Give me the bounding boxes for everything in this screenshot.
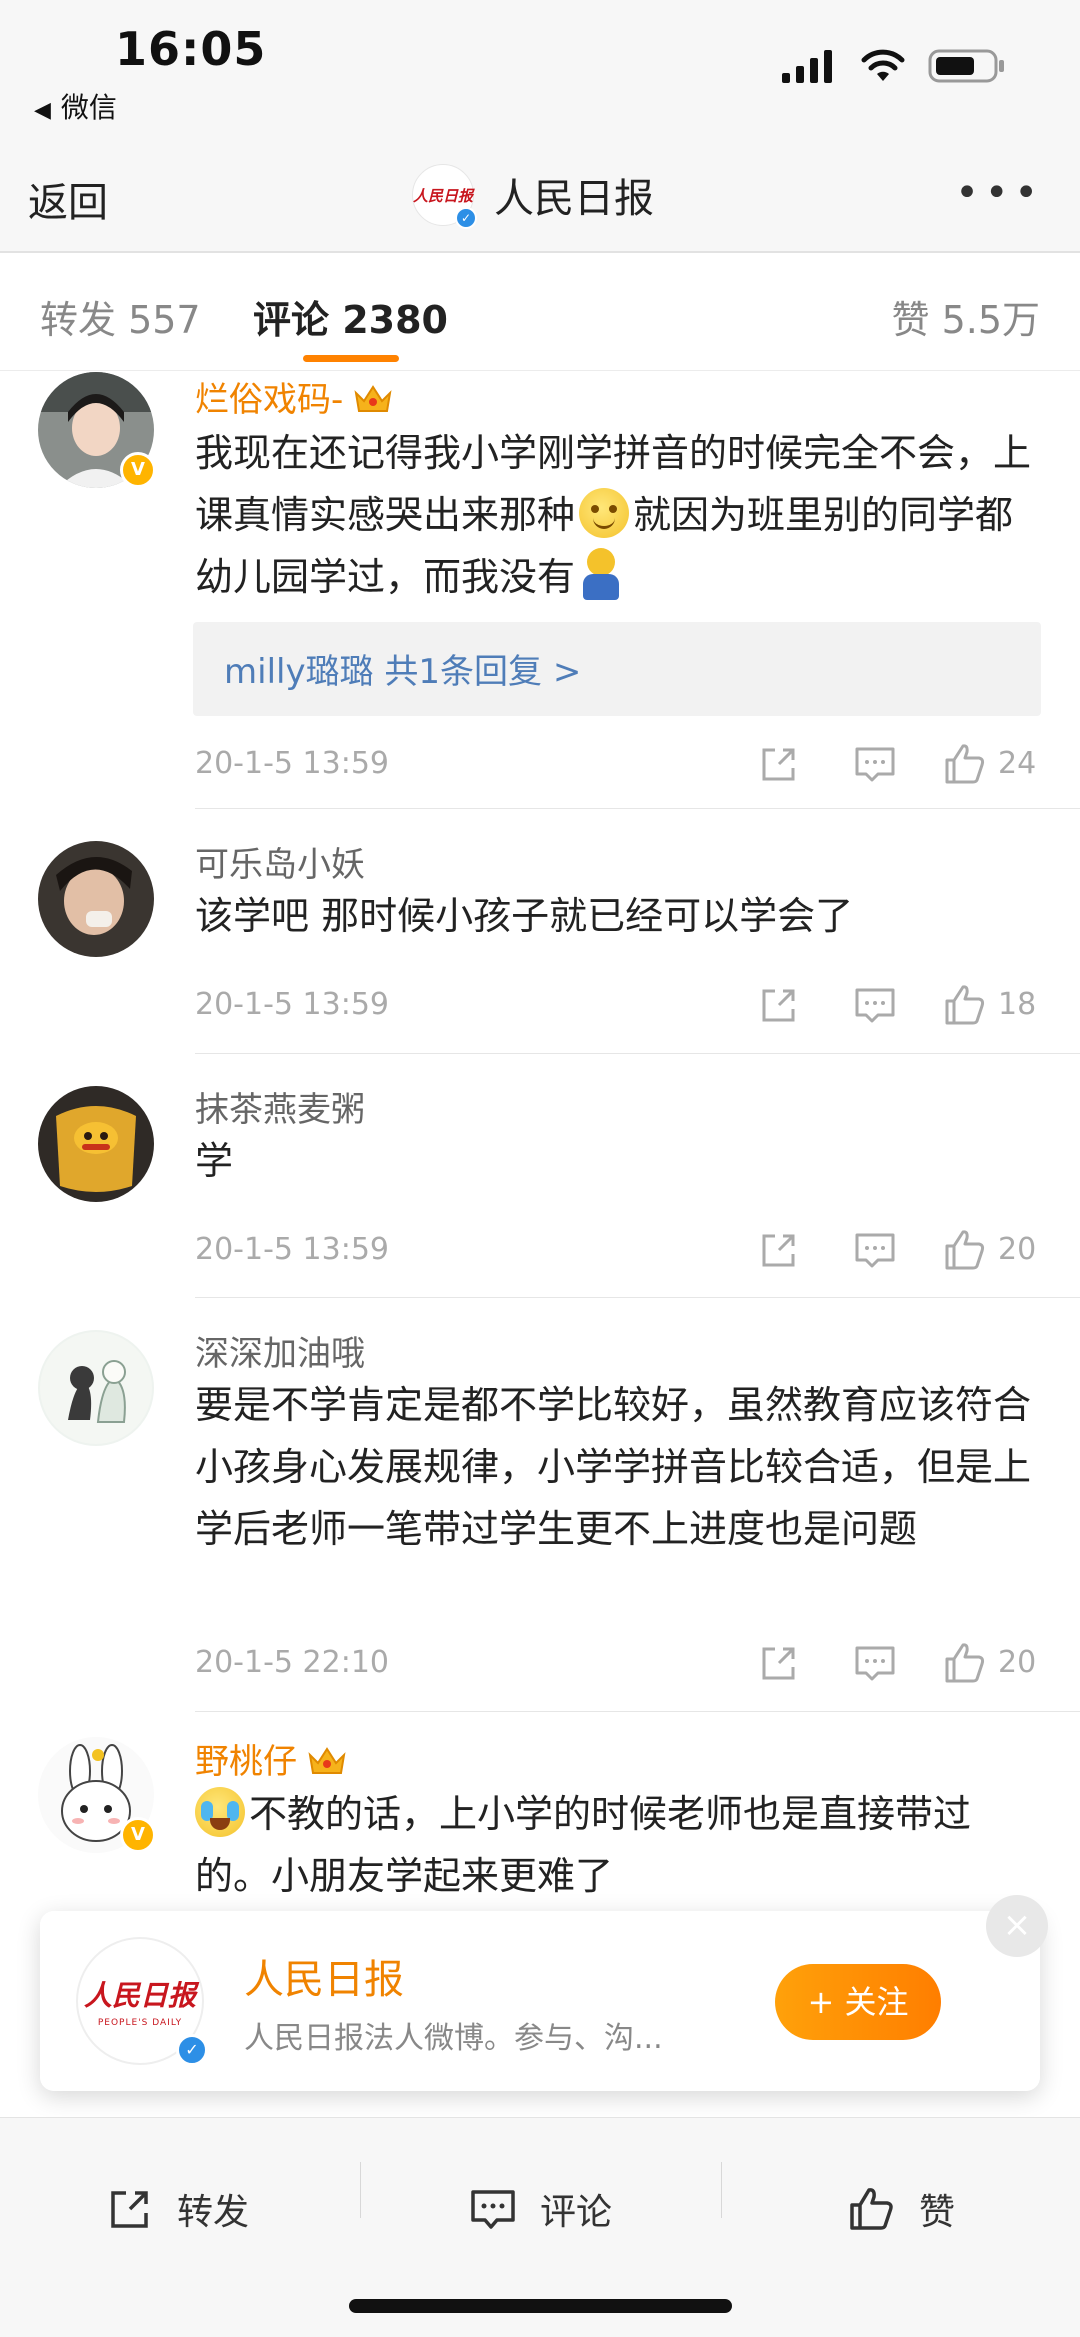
like-icon[interactable]: [941, 1639, 989, 1687]
toolbar-divider: [721, 2162, 722, 2218]
reply-summary-link[interactable]: milly璐璐 共1条回复 >: [224, 644, 581, 693]
toolbar-divider: [360, 2162, 361, 2218]
back-app-label: 微信: [60, 91, 117, 124]
comment-label: 评论: [540, 2192, 613, 2233]
reply-icon[interactable]: [851, 1226, 899, 1274]
tab-repost[interactable]: 转发 557: [40, 289, 201, 344]
status-icons: [780, 48, 1006, 84]
comment-item: 深深加油哦 要是不学肯定是都不学比较好，虽然教育应该符合小孩身心发展规律，小学学…: [0, 1298, 1080, 1712]
follow-suggestion-card[interactable]: 人民日报 PEOPLE'S DAILY ✓ 人民日报 人民日报法人微博。参与、沟…: [40, 1895, 1048, 2091]
nav-logo-avatar: 人民日报 ✓: [412, 164, 477, 229]
battery-icon: [928, 49, 1004, 83]
vip-crown-icon: [354, 385, 392, 412]
like-icon[interactable]: [941, 1226, 989, 1274]
like-count: 18: [998, 987, 1037, 1022]
like-count: 20: [998, 1232, 1037, 1267]
share-icon[interactable]: [755, 740, 803, 788]
share-icon[interactable]: [755, 1639, 803, 1687]
home-indicator[interactable]: [349, 2299, 732, 2313]
verified-icon: ✓: [176, 2034, 208, 2066]
signal-icon: [782, 50, 832, 83]
thumbs-up-icon: [850, 2188, 893, 2230]
comment-item: 抹茶燕麦粥 学 20-1-5 13:59 20: [0, 1054, 1080, 1298]
comment-date: 20-1-5 22:10: [195, 1645, 389, 1680]
comment-item: V 烂俗戏码- 我现在还记得我小学刚学拼音的时候完全不会，上课真情实感哭出来那种…: [0, 372, 1080, 809]
comment-username[interactable]: 可乐岛小妖: [195, 837, 365, 886]
follow-card-description: 人民日报法人微博。参与、沟...: [244, 2021, 663, 2056]
like-button[interactable]: 赞: [847, 2166, 955, 2252]
follow-button[interactable]: + 关注: [775, 1964, 941, 2040]
comment-text: 学: [195, 1139, 234, 1183]
back-to-wechat[interactable]: ◀ 微信: [34, 86, 117, 126]
like-icon[interactable]: [941, 981, 989, 1029]
avatar[interactable]: [38, 1086, 154, 1202]
status-time: 16:05: [115, 22, 267, 76]
tab-comment[interactable]: 评论 2380: [253, 289, 448, 344]
nav-logo-text: 人民日报: [413, 186, 474, 205]
sad-figure-emoji-icon: [579, 548, 623, 602]
follow-card-name[interactable]: 人民日报: [244, 1947, 404, 2005]
reply-summary-box[interactable]: milly璐璐 共1条回复 >: [193, 622, 1041, 716]
comment-username[interactable]: 抹茶燕麦粥: [195, 1082, 365, 1131]
comment-meta: 20-1-5 13:59 18: [195, 977, 1045, 1037]
repost-icon: [111, 2191, 148, 2228]
comment-button[interactable]: 评论: [468, 2166, 612, 2252]
comment-username[interactable]: 野桃仔: [195, 1734, 347, 1783]
vip-crown-icon: [308, 1747, 346, 1774]
comment-meta: 20-1-5 13:59 20: [195, 1222, 1045, 1282]
share-icon[interactable]: [755, 1226, 803, 1274]
comment-text: 要是不学肯定是都不学比较好，虽然教育应该符合小孩身心发展规律，小学学拼音比较合适…: [195, 1383, 1032, 1551]
status-bar: 16:05 ◀ 微信: [0, 0, 1080, 150]
bottom-toolbar: 转发 评论 赞: [0, 2117, 1080, 2337]
reply-icon[interactable]: [851, 981, 899, 1029]
comment-text: 我现在还记得我小学刚学拼音的时候完全不会，上课真情实感哭出来那种 就因为班里别的同…: [195, 422, 1045, 608]
verified-icon: ✓: [455, 207, 477, 229]
reply-icon[interactable]: [851, 740, 899, 788]
crying-laugh-emoji-icon: [195, 1787, 245, 1837]
like-label: 赞: [919, 2192, 956, 2233]
close-icon[interactable]: ×: [986, 1895, 1048, 1957]
comment-text: 不教的话，上小学的时候老师也是直接带过的。小朋友学起来更难了: [195, 1783, 1045, 1907]
repost-label: 转发: [177, 2192, 250, 2233]
avatar[interactable]: [38, 841, 154, 957]
comment-icon: [471, 2190, 515, 2229]
back-button[interactable]: 返回: [28, 170, 108, 228]
tab-bar: 转发 557 评论 2380 赞 5.5万: [0, 253, 1080, 371]
comment-text: 该学吧 那时候小孩子就已经可以学会了: [195, 894, 854, 938]
smile-emoji-icon: [579, 488, 630, 538]
comment-date: 20-1-5 13:59: [195, 746, 389, 781]
repost-button[interactable]: 转发: [105, 2166, 249, 2252]
comment-meta: 20-1-5 22:10 20: [195, 1635, 1045, 1695]
tab-like[interactable]: 赞 5.5万: [891, 289, 1040, 344]
like-count: 24: [998, 746, 1037, 781]
active-tab-indicator: [303, 355, 399, 362]
nav-title-text: 人民日报: [494, 176, 654, 222]
comment-date: 20-1-5 13:59: [195, 987, 389, 1022]
comment-list[interactable]: V 烂俗戏码- 我现在还记得我小学刚学拼音的时候完全不会，上课真情实感哭出来那种…: [0, 372, 1080, 2012]
nav-bar: 返回 人民日报 ✓ 人民日报 •••: [0, 150, 1080, 253]
vip-verified-icon: V: [120, 1817, 156, 1853]
back-triangle-icon: ◀: [34, 98, 51, 123]
vip-verified-icon: V: [120, 452, 156, 488]
like-icon[interactable]: [941, 740, 989, 788]
share-icon[interactable]: [755, 981, 803, 1029]
comment-meta: 20-1-5 13:59 24: [195, 736, 1045, 796]
comment-item: 可乐岛小妖 该学吧 那时候小孩子就已经可以学会了 20-1-5 13:59 18: [0, 809, 1080, 1054]
comment-date: 20-1-5 13:59: [195, 1232, 389, 1267]
wifi-icon: [861, 49, 905, 81]
more-icon[interactable]: •••: [955, 170, 1044, 216]
like-count: 20: [998, 1645, 1037, 1680]
logo-english-text: PEOPLE'S DAILY: [97, 2018, 183, 2028]
logo-chinese-text: 人民日报: [83, 1979, 196, 2012]
reply-icon[interactable]: [851, 1639, 899, 1687]
avatar[interactable]: [38, 1330, 154, 1446]
comment-username[interactable]: 深深加油哦: [195, 1326, 365, 1375]
comment-username[interactable]: 烂俗戏码-: [195, 372, 393, 421]
nav-title[interactable]: 人民日报 ✓ 人民日报: [412, 164, 654, 229]
